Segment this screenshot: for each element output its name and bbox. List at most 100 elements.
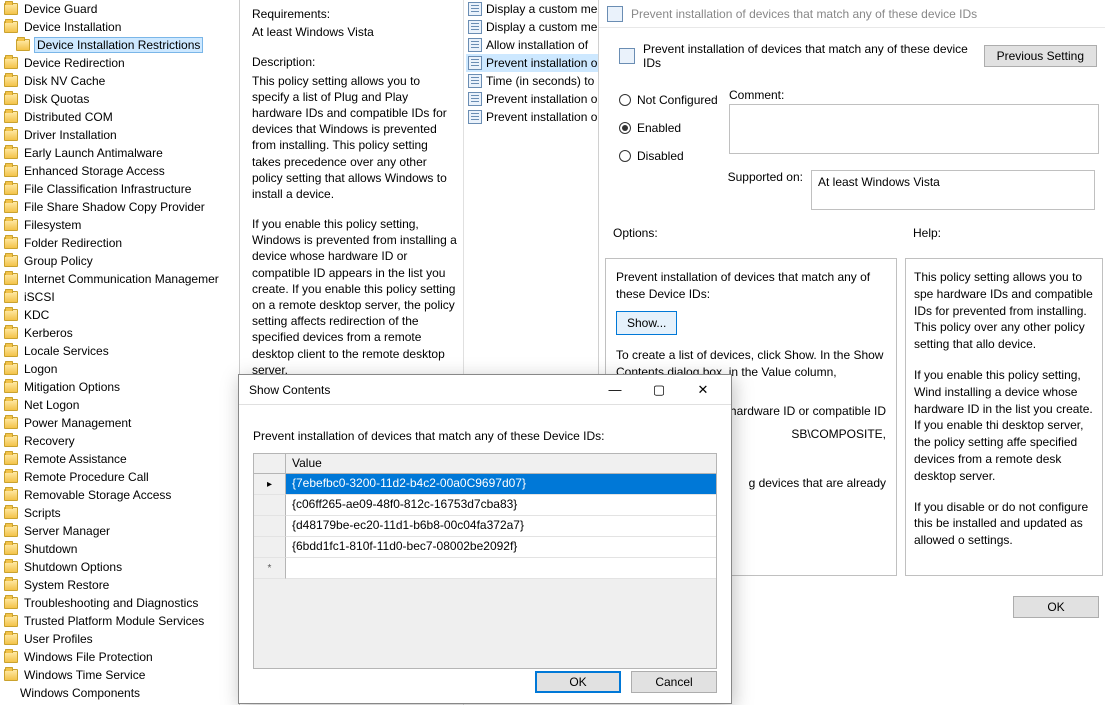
tree-item[interactable]: Distributed COM	[0, 108, 239, 126]
description-p1: This policy setting allows you to specif…	[252, 73, 459, 203]
folder-icon	[4, 3, 18, 15]
policy-row[interactable]: Allow installation of	[466, 36, 606, 54]
tree-item[interactable]: Remote Procedure Call	[0, 468, 239, 486]
tree-item[interactable]: Scripts	[0, 504, 239, 522]
tree-item[interactable]: Logon	[0, 360, 239, 378]
show-button[interactable]: Show...	[616, 311, 677, 336]
grid-row[interactable]: {d48179be-ec20-11d1-b6b8-00c04fa372a7}	[254, 516, 716, 537]
policy-icon	[468, 74, 482, 88]
tree-item[interactable]: Shutdown Options	[0, 558, 239, 576]
minimize-icon[interactable]: —	[593, 376, 637, 404]
tree-item[interactable]: Device Installation	[0, 18, 239, 36]
folder-icon	[4, 363, 18, 375]
tree-item[interactable]: Server Manager	[0, 522, 239, 540]
nav-tree[interactable]: Device Guard Device Installation Device …	[0, 0, 240, 705]
policy-row[interactable]: Prevent installation o	[466, 108, 606, 126]
tree-item[interactable]: File Share Shadow Copy Provider	[0, 198, 239, 216]
help-label: Help:	[913, 226, 941, 240]
tree-item[interactable]: Power Management	[0, 414, 239, 432]
tree-item[interactable]: Device Redirection	[0, 54, 239, 72]
grid-cell[interactable]	[286, 558, 716, 579]
tree-label: Group Policy	[22, 254, 95, 268]
folder-icon	[4, 291, 18, 303]
tree-item[interactable]: User Profiles	[0, 630, 239, 648]
radio-icon[interactable]	[619, 122, 631, 134]
tree-item[interactable]: Device Guard	[0, 0, 239, 18]
tree-label: iSCSI	[22, 290, 57, 304]
policy-row[interactable]: Display a custom me	[466, 0, 606, 18]
folder-icon	[4, 201, 18, 213]
help-box[interactable]: This policy setting allows you to spe ha…	[905, 258, 1103, 576]
tree-item[interactable]: Driver Installation	[0, 126, 239, 144]
tree-item[interactable]: Locale Services	[0, 342, 239, 360]
tree-item[interactable]: Trusted Platform Module Services	[0, 612, 239, 630]
tree-item[interactable]: System Restore	[0, 576, 239, 594]
tree-item[interactable]: Early Launch Antimalware	[0, 144, 239, 162]
policy-row[interactable]: Display a custom me	[466, 18, 606, 36]
tree-item[interactable]: Windows Time Service	[0, 666, 239, 684]
tree-item[interactable]: Removable Storage Access	[0, 486, 239, 504]
grid-fill	[254, 579, 716, 668]
tree-item[interactable]: Disk Quotas	[0, 90, 239, 108]
tree-label: File Classification Infrastructure	[22, 182, 193, 196]
tree-item[interactable]: Filesystem	[0, 216, 239, 234]
tree-item[interactable]: Kerberos	[0, 324, 239, 342]
dialog-titlebar[interactable]: Prevent installation of devices that mat…	[599, 0, 1105, 28]
radio-icon[interactable]	[619, 94, 631, 106]
tree-label: Power Management	[22, 416, 133, 430]
maximize-icon[interactable]: ▢	[637, 376, 681, 404]
policy-list[interactable]: Display a custom me Display a custom me …	[466, 0, 606, 140]
folder-icon	[4, 435, 18, 447]
ok-button[interactable]: OK	[1013, 596, 1099, 618]
modal-titlebar[interactable]: Show Contents — ▢ ✕	[239, 375, 731, 405]
grid-cell[interactable]: {6bdd1fc1-810f-11d0-bec7-08002be2092f}	[286, 537, 716, 558]
tree-item[interactable]: Windows File Protection	[0, 648, 239, 666]
tree-item[interactable]: Internet Communication Managemer	[0, 270, 239, 288]
value-grid[interactable]: Value ▸ {7ebefbc0-3200-11d2-b4c2-00a0C96…	[253, 453, 717, 669]
policy-label: Prevent installation o	[486, 110, 597, 124]
folder-icon	[4, 219, 18, 231]
tree-item[interactable]: KDC	[0, 306, 239, 324]
modal-ok-button[interactable]: OK	[535, 671, 621, 693]
tree-item[interactable]: Enhanced Storage Access	[0, 162, 239, 180]
folder-icon	[4, 453, 18, 465]
tree-item[interactable]: Recovery	[0, 432, 239, 450]
folder-icon	[4, 345, 18, 357]
tree-item[interactable]: Group Policy	[0, 252, 239, 270]
tree-item[interactable]: Disk NV Cache	[0, 72, 239, 90]
row-marker-icon	[254, 537, 286, 558]
close-icon[interactable]: ✕	[681, 376, 725, 404]
radio-icon[interactable]	[619, 150, 631, 162]
modal-cancel-button[interactable]: Cancel	[631, 671, 717, 693]
tree-item[interactable]: Shutdown	[0, 540, 239, 558]
tree-item[interactable]: iSCSI	[0, 288, 239, 306]
grid-row[interactable]: {c06ff265-ae09-48f0-812c-16753d7cba83}	[254, 495, 716, 516]
dialog-title: Prevent installation of devices that mat…	[631, 7, 977, 21]
radio-label: Enabled	[637, 121, 681, 135]
tree-item[interactable]: Mitigation Options	[0, 378, 239, 396]
value-header[interactable]: Value	[286, 454, 716, 474]
grid-cell[interactable]: {c06ff265-ae09-48f0-812c-16753d7cba83}	[286, 495, 716, 516]
folder-icon	[4, 129, 18, 141]
policy-row[interactable]: Time (in seconds) to	[466, 72, 606, 90]
comment-textarea[interactable]	[729, 104, 1099, 154]
tree-item[interactable]: Troubleshooting and Diagnostics	[0, 594, 239, 612]
policy-row[interactable]: Prevent installation o	[466, 90, 606, 108]
previous-setting-button[interactable]: Previous Setting	[984, 45, 1097, 67]
folder-icon	[4, 381, 18, 393]
tree-item[interactable]: Remote Assistance	[0, 450, 239, 468]
grid-row-new[interactable]: *	[254, 558, 716, 579]
tree-item[interactable]: Windows Components	[0, 684, 239, 702]
grid-row[interactable]: {6bdd1fc1-810f-11d0-bec7-08002be2092f}	[254, 537, 716, 558]
tree-label: KDC	[22, 308, 51, 322]
tree-item-selected[interactable]: Device Installation Restrictions	[0, 36, 239, 54]
tree-item[interactable]: Net Logon	[0, 396, 239, 414]
grid-cell[interactable]: {d48179be-ec20-11d1-b6b8-00c04fa372a7}	[286, 516, 716, 537]
grid-row-selected[interactable]: ▸ {7ebefbc0-3200-11d2-b4c2-00a0C9697d07}	[254, 474, 716, 495]
tree-label: Device Guard	[22, 2, 99, 16]
policy-row-selected[interactable]: Prevent installation o	[466, 54, 606, 72]
grid-cell[interactable]: {7ebefbc0-3200-11d2-b4c2-00a0C9697d07}	[286, 474, 716, 495]
folder-icon	[4, 471, 18, 483]
tree-item[interactable]: File Classification Infrastructure	[0, 180, 239, 198]
tree-item[interactable]: Folder Redirection	[0, 234, 239, 252]
